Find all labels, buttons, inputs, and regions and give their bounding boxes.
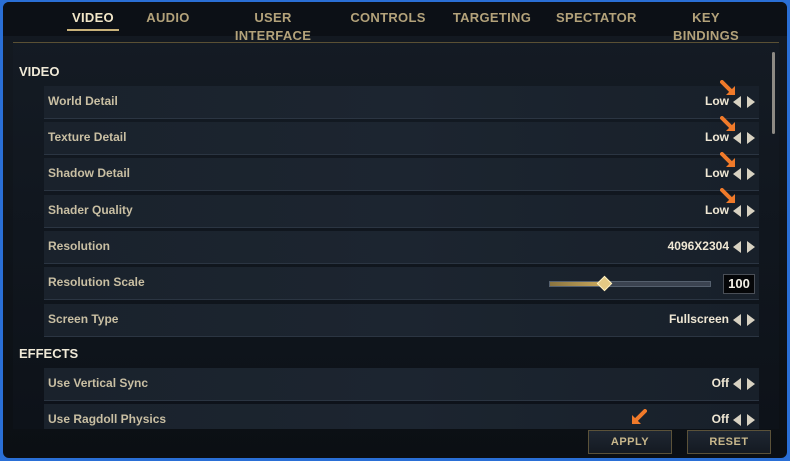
reset-button[interactable]: RESET (687, 430, 771, 454)
chevron-right-icon[interactable] (747, 205, 755, 217)
chevron-left-icon[interactable] (733, 314, 741, 326)
settings-scrollbar[interactable] (772, 52, 775, 134)
orange-pointer-arrow-icon (720, 80, 735, 95)
tab-controls[interactable]: CONTROLS (350, 9, 426, 31)
setting-label: Resolution (48, 239, 110, 253)
tab-video[interactable]: VIDEO (67, 9, 119, 31)
resolution-scale-slider[interactable] (549, 275, 711, 292)
chevron-left-icon[interactable] (733, 378, 741, 390)
tab-spectator[interactable]: SPECTATOR (556, 9, 636, 31)
chevron-right-icon[interactable] (747, 314, 755, 326)
setting-row-texture-detail: Texture Detail Low (44, 122, 759, 155)
setting-value: Off (711, 376, 729, 390)
tab-audio[interactable]: AUDIO (141, 9, 195, 31)
resolution-scale-value[interactable]: 100 (723, 274, 755, 294)
orange-pointer-arrow-icon (720, 152, 735, 167)
slider-handle[interactable] (597, 275, 613, 292)
setting-label: Texture Detail (48, 130, 127, 144)
orange-pointer-arrow-icon (720, 116, 735, 131)
setting-label: Screen Type (48, 312, 119, 326)
chevron-right-icon[interactable] (747, 96, 755, 108)
settings-panel: VIDEO World Detail Low Texture Detail Lo… (13, 42, 779, 429)
section-heading-effects: EFFECTS (19, 346, 79, 361)
setting-value: 4096X2304 (667, 239, 729, 253)
chevron-right-icon[interactable] (747, 378, 755, 390)
setting-label: Use Ragdoll Physics (48, 412, 167, 426)
orange-pointer-arrow-icon (720, 188, 735, 203)
apply-button[interactable]: APPLY (588, 430, 672, 454)
setting-label: Use Vertical Sync (48, 376, 149, 390)
setting-row-world-detail: World Detail Low (44, 86, 759, 119)
setting-row-resolution-scale: Resolution Scale 100 (44, 267, 759, 300)
chevron-right-icon[interactable] (747, 241, 755, 253)
setting-row-resolution: Resolution 4096X2304 (44, 231, 759, 264)
chevron-left-icon[interactable] (733, 205, 741, 217)
setting-row-shadow-detail: Shadow Detail Low (44, 158, 759, 191)
settings-tab-bar: VIDEO AUDIO USER INTERFACE CONTROLS TARG… (3, 2, 787, 43)
setting-label: World Detail (48, 94, 118, 108)
chevron-right-icon[interactable] (747, 414, 755, 426)
tab-user-interface[interactable]: USER INTERFACE (221, 9, 325, 43)
chevron-right-icon[interactable] (747, 132, 755, 144)
chevron-left-icon[interactable] (733, 414, 741, 426)
setting-row-vertical-sync: Use Vertical Sync Off (44, 368, 759, 401)
setting-row-shader-quality: Shader Quality Low (44, 195, 759, 228)
section-heading-video: VIDEO (19, 64, 60, 79)
setting-label: Shadow Detail (48, 166, 131, 180)
orange-pointer-arrow-icon (632, 409, 647, 424)
setting-value: Off (711, 412, 729, 426)
setting-label: Resolution Scale (48, 275, 145, 289)
setting-row-ragdoll-physics: Use Ragdoll Physics Off (44, 404, 759, 429)
setting-value: Fullscreen (668, 312, 729, 326)
chevron-left-icon[interactable] (733, 241, 741, 253)
tab-targeting[interactable]: TARGETING (452, 9, 532, 31)
settings-window: VIDEO AUDIO USER INTERFACE CONTROLS TARG… (3, 2, 787, 458)
chevron-right-icon[interactable] (747, 168, 755, 180)
tab-key-bindings[interactable]: KEY BINDINGS (658, 9, 754, 43)
setting-row-screen-type: Screen Type Fullscreen (44, 304, 759, 337)
setting-label: Shader Quality (48, 203, 133, 217)
